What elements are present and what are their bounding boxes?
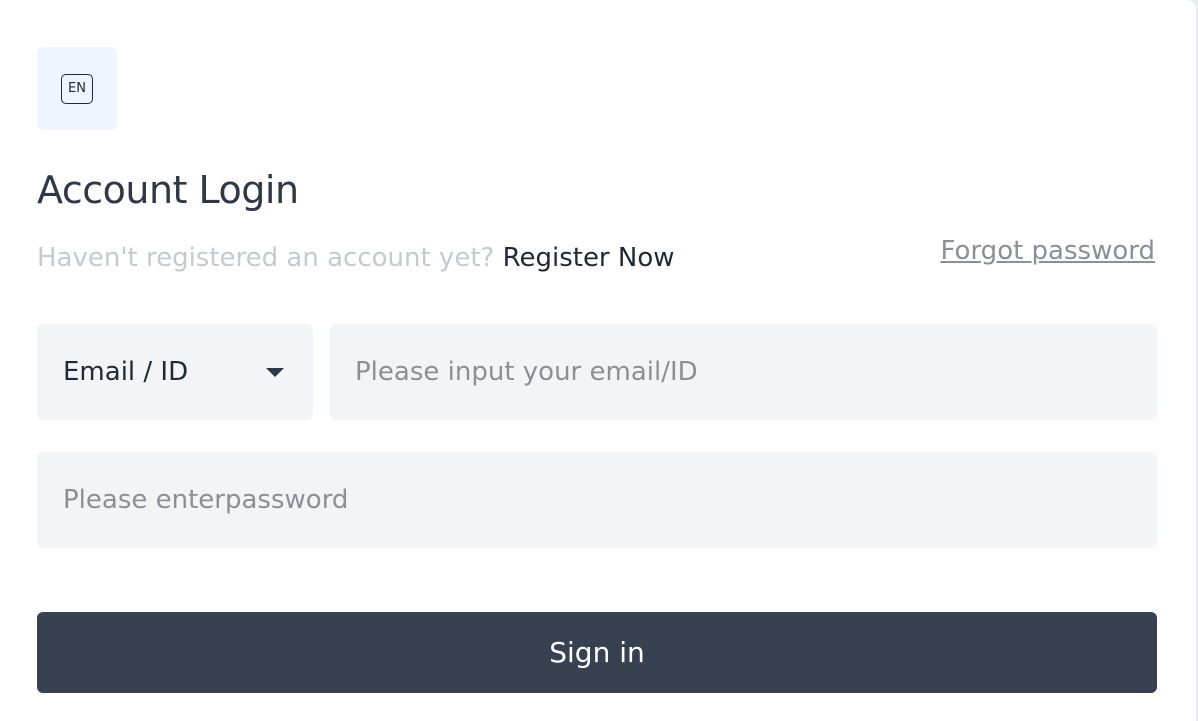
register-now-link[interactable]: Register Now — [503, 243, 675, 273]
register-prompt: Haven't registered an account yet? Regis… — [37, 243, 675, 273]
password-input[interactable] — [37, 452, 1157, 548]
sign-in-button[interactable]: Sign in — [37, 612, 1157, 693]
forgot-password-link[interactable]: Forgot password — [941, 236, 1155, 266]
language-code: EN — [68, 81, 86, 96]
no-account-text: Haven't registered an account yet? — [37, 243, 495, 273]
account-type-select[interactable]: Email / ID — [37, 324, 313, 420]
language-icon: EN — [61, 73, 93, 104]
page-title: Account Login — [37, 168, 299, 212]
account-type-value: Email / ID — [63, 357, 189, 387]
login-card: EN Account Login Haven't registered an a… — [0, 0, 1196, 721]
caret-down-icon — [266, 368, 284, 377]
email-input[interactable] — [329, 324, 1157, 420]
language-switch-button[interactable]: EN — [37, 47, 117, 130]
